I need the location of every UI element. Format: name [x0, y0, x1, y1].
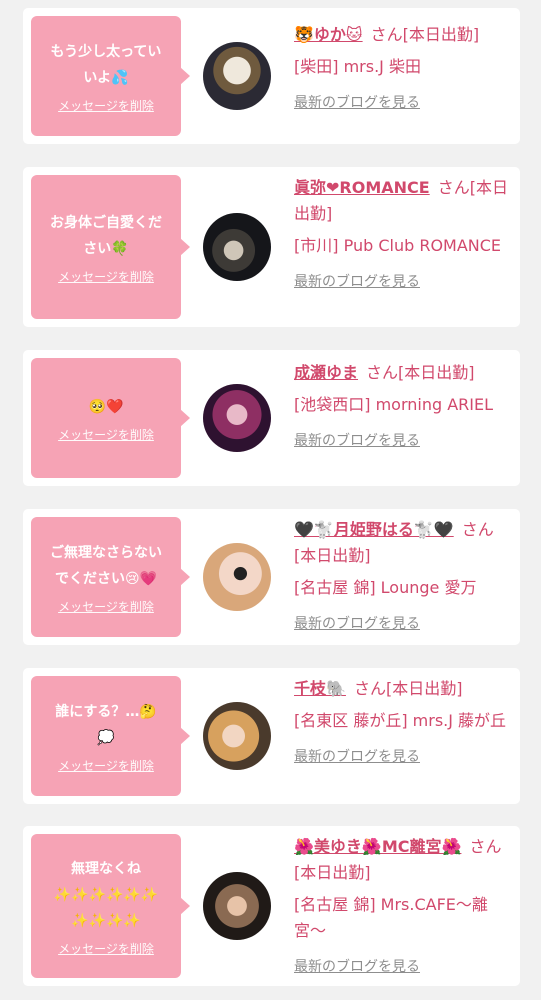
message-bubble: 誰にする？…🤔 💭 メッセージを削除	[31, 676, 190, 796]
message-text: もう少し太ってい いよ💦	[50, 43, 162, 86]
avatar[interactable]	[203, 543, 271, 611]
avatar[interactable]	[203, 872, 271, 940]
shop-text: [池袋西口] morning ARIEL	[294, 395, 494, 414]
status-text: [本日出勤]	[398, 363, 475, 382]
san-suffix: さん	[366, 363, 399, 382]
cast-info: 🌺美ゆき🌺MC離宮🌺 さん[本日出勤] [名古屋 錦] Mrs.CAFE〜離宮〜 …	[294, 834, 509, 980]
cast-info: 成瀬ゆま さん[本日出勤] [池袋西口] morning ARIEL 最新のブログ…	[294, 360, 509, 454]
delete-message-link[interactable]: メッセージを削除	[58, 426, 154, 443]
message-bubble: 🥺❤️ メッセージを削除	[31, 358, 190, 478]
blog-link[interactable]: 最新のブログを見る	[294, 611, 509, 637]
san-suffix: さん	[461, 520, 494, 539]
message-bubble: もう少し太ってい いよ💦 メッセージを削除	[31, 16, 190, 136]
cast-name-link[interactable]: 千枝🐘	[294, 679, 346, 698]
message-bubble: お身体ご自愛くだ さい🍀 メッセージを削除	[31, 175, 190, 319]
message-card: もう少し太ってい いよ💦 メッセージを削除 🐯ゆか🐱 さん[本日出勤] [柴田] …	[23, 8, 520, 144]
status-text: [本日出勤]	[402, 25, 480, 44]
shop-text: [市川] Pub Club ROMANCE	[294, 236, 502, 255]
name-line: 千枝🐘 さん[本日出勤]	[294, 676, 509, 702]
delete-message-link[interactable]: メッセージを削除	[58, 97, 154, 114]
name-line: 成瀬ゆま さん[本日出勤]	[294, 360, 509, 386]
cast-info: 眞弥❤ROMANCE さん[本日出勤] [市川] Pub Club ROMANCE…	[294, 175, 509, 295]
message-text: お身体ご自愛くだ さい🍀	[50, 214, 162, 257]
blog-link[interactable]: 最新のブログを見る	[294, 954, 509, 980]
cast-name-link[interactable]: 眞弥❤ROMANCE	[294, 178, 430, 197]
cast-name-link[interactable]: 🖤🐩月姫野はる🐩🖤	[294, 520, 454, 539]
message-card: 無理なくね ✨✨✨✨✨✨ ✨✨✨✨ メッセージを削除 🌺美ゆき🌺MC離宮🌺 さん […	[23, 826, 520, 986]
shop-text: [名古屋 錦] Lounge 愛万	[294, 578, 477, 597]
name-line: 🖤🐩月姫野はる🐩🖤 さん [本日出勤]	[294, 517, 509, 569]
san-suffix: さん	[469, 837, 502, 856]
name-line: 🐯ゆか🐱 さん[本日出勤]	[294, 22, 509, 48]
blog-link[interactable]: 最新のブログを見る	[294, 744, 509, 770]
message-text: 🥺❤️	[88, 398, 124, 415]
shop-text: [名古屋 錦] Mrs.CAFE〜離宮〜	[294, 895, 488, 940]
avatar[interactable]	[203, 384, 271, 452]
message-text: 誰にする？…🤔 💭	[55, 703, 157, 746]
message-card: 🥺❤️ メッセージを削除 成瀬ゆま さん[本日出勤] [池袋西口] morning…	[23, 350, 520, 486]
cast-info: 千枝🐘 さん[本日出勤] [名東区 藤が丘] mrs.J 藤が丘 最新のブログを見…	[294, 676, 509, 770]
delete-message-link[interactable]: メッセージを削除	[58, 757, 154, 774]
name-line: 🌺美ゆき🌺MC離宮🌺 さん [本日出勤]	[294, 834, 509, 886]
message-bubble: 無理なくね ✨✨✨✨✨✨ ✨✨✨✨ メッセージを削除	[31, 834, 190, 978]
message-card: ご無理なさらない でください😢💗 メッセージを削除 🖤🐩月姫野はる🐩🖤 さん [本日…	[23, 509, 520, 645]
message-text: ご無理なさらない でください😢💗	[50, 544, 162, 587]
cast-name-link[interactable]: 🌺美ゆき🌺MC離宮🌺	[294, 837, 461, 856]
avatar[interactable]	[203, 213, 271, 281]
message-card: お身体ご自愛くだ さい🍀 メッセージを削除 眞弥❤ROMANCE さん[本日出勤]…	[23, 167, 520, 327]
cast-name-link[interactable]: 成瀬ゆま	[294, 363, 358, 382]
shop-text: [名東区 藤が丘] mrs.J 藤が丘	[294, 711, 507, 730]
cast-info: 🐯ゆか🐱 さん[本日出勤] [柴田] mrs.J 柴田 最新のブログを見る	[294, 22, 509, 116]
delete-message-link[interactable]: メッセージを削除	[58, 598, 154, 615]
blog-link[interactable]: 最新のブログを見る	[294, 90, 509, 116]
message-bubble: ご無理なさらない でください😢💗 メッセージを削除	[31, 517, 190, 637]
message-text: 無理なくね ✨✨✨✨✨✨ ✨✨✨✨	[53, 860, 159, 929]
message-card: 誰にする？…🤔 💭 メッセージを削除 千枝🐘 さん[本日出勤] [名東区 藤が丘]…	[23, 668, 520, 804]
blog-link[interactable]: 最新のブログを見る	[294, 269, 509, 295]
avatar[interactable]	[203, 702, 271, 770]
status-text: [本日出勤]	[385, 679, 463, 698]
blog-link[interactable]: 最新のブログを見る	[294, 428, 509, 454]
cast-name-link[interactable]: 🐯ゆか🐱	[294, 25, 363, 44]
delete-message-link[interactable]: メッセージを削除	[58, 268, 154, 285]
san-suffix: さん	[437, 178, 470, 197]
status-text: [本日出勤]	[294, 546, 371, 565]
delete-message-link[interactable]: メッセージを削除	[58, 940, 154, 957]
name-line: 眞弥❤ROMANCE さん[本日出勤]	[294, 175, 509, 227]
avatar[interactable]	[203, 42, 271, 110]
san-suffix: さん	[370, 25, 403, 44]
cast-info: 🖤🐩月姫野はる🐩🖤 さん [本日出勤] [名古屋 錦] Lounge 愛万 最新のブ…	[294, 517, 509, 637]
status-text: [本日出勤]	[294, 863, 371, 882]
san-suffix: さん	[353, 679, 386, 698]
shop-text: [柴田] mrs.J 柴田	[294, 57, 421, 76]
